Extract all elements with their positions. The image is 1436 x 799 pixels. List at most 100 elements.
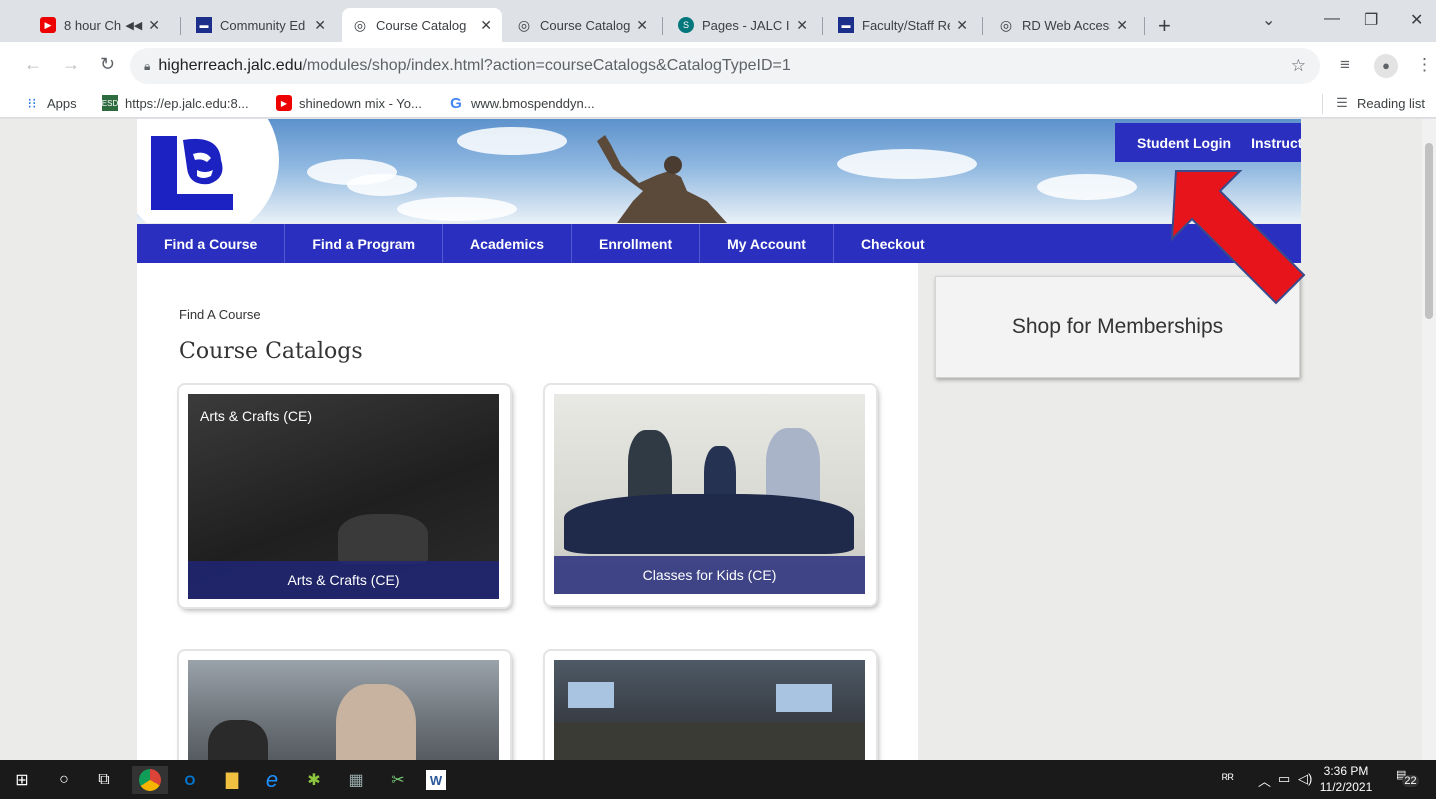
- bookmark-apps[interactable]: ⁝⁝ Apps: [24, 95, 77, 111]
- tab-title: Course Catalog: [540, 17, 631, 33]
- tab-course-catalog[interactable]: ◎ Course Catalog ✕: [506, 8, 658, 42]
- reload-icon[interactable]: ↻: [100, 54, 115, 75]
- breadcrumb[interactable]: Find A Course: [179, 307, 261, 322]
- bookmark-bmo[interactable]: G www.bmospenddyn...: [448, 95, 594, 112]
- file-explorer-icon[interactable]: ▇: [218, 766, 246, 794]
- nav-find-a-program[interactable]: Find a Program: [285, 224, 444, 263]
- back-arrow-icon[interactable]: ←: [24, 54, 42, 75]
- tray-chevron-icon[interactable]: ︿: [1258, 771, 1271, 790]
- mute-icon[interactable]: ◀◀: [125, 19, 142, 32]
- people-icon[interactable]: ᴿᴿ: [1222, 771, 1234, 786]
- catalog-card-classes-for-kids[interactable]: Classes for Kids (CE): [545, 385, 876, 605]
- tab-community-ed[interactable]: ▬ Community Ed ✕: [186, 8, 336, 42]
- student-login-link[interactable]: Student Login: [1137, 135, 1231, 151]
- nav-my-account[interactable]: My Account: [700, 224, 834, 263]
- system-clock[interactable]: 3:36 PM 11/2/2021: [1318, 763, 1374, 795]
- windows-start-icon[interactable]: ⊞: [8, 766, 36, 794]
- bookmark-ep-jalc[interactable]: ESD https://ep.jalc.edu:8...: [102, 95, 249, 111]
- close-icon[interactable]: ✕: [314, 17, 326, 34]
- close-icon[interactable]: ✕: [796, 17, 808, 34]
- image-figure: [336, 684, 416, 760]
- close-icon[interactable]: ✕: [956, 17, 968, 34]
- lock-icon[interactable]: 🔒︎: [144, 59, 150, 74]
- tab-course-catalog-active[interactable]: ◎ Course Catalog ✕: [342, 8, 502, 42]
- forward-arrow-icon[interactable]: →: [62, 54, 80, 75]
- calculator-icon[interactable]: ▦: [342, 766, 370, 794]
- reading-list-button[interactable]: ☰ Reading list: [1334, 95, 1425, 111]
- bookmark-divider: [1322, 94, 1323, 114]
- new-tab-plus-icon[interactable]: +: [1158, 13, 1171, 39]
- snipping-tool-icon[interactable]: ✂: [384, 766, 412, 794]
- page-viewport: Student Login Instructor Login 🛒︎ Find a…: [0, 119, 1436, 760]
- close-icon[interactable]: ✕: [1116, 17, 1128, 34]
- menu-kebab-icon[interactable]: ⋮: [1416, 55, 1433, 75]
- restore-icon[interactable]: ❐: [1364, 10, 1378, 30]
- esd-icon: ESD: [102, 95, 118, 111]
- close-icon[interactable]: ✕: [480, 17, 492, 34]
- tab-divider: [822, 17, 823, 35]
- media-queue-icon[interactable]: ≡: [1340, 55, 1350, 75]
- tab-title: Pages - JALC In: [702, 17, 791, 33]
- youtube-icon: ▶: [40, 17, 56, 33]
- close-icon[interactable]: ✕: [148, 17, 160, 34]
- catalog-card-computer-lab[interactable]: [179, 651, 510, 760]
- image-screen: [568, 682, 614, 708]
- tab-youtube[interactable]: ▶ 8 hour Cha ◀◀ ✕: [30, 8, 170, 42]
- cloud-graphic: [457, 127, 567, 155]
- window-close-icon[interactable]: ✕: [1410, 10, 1423, 30]
- tab-pages-jalc[interactable]: S Pages - JALC In ✕: [668, 8, 818, 42]
- instructor-login-link[interactable]: Instructor Login: [1251, 135, 1301, 151]
- tab-faculty-staff[interactable]: ▬ Faculty/Staff Re ✕: [828, 8, 978, 42]
- outlook-icon[interactable]: O: [176, 766, 204, 794]
- browser-tab-strip: ▶ 8 hour Cha ◀◀ ✕ ▬ Community Ed ✕ ◎ Cou…: [0, 0, 1436, 42]
- windows-taskbar: ⊞ ○ ⧉ O ▇ e ✱ ▦ ✂ W ᴿᴿ ︿ ▭ ◁) 3:36 PM 11…: [0, 760, 1436, 799]
- computer-lab-image: [188, 660, 499, 760]
- reading-list-label: Reading list: [1357, 95, 1425, 111]
- notification-center-icon[interactable]: ▤22: [1396, 768, 1423, 787]
- task-view-icon[interactable]: ⧉: [90, 766, 118, 794]
- statue-graphic: [597, 135, 727, 223]
- scrollbar-thumb[interactable]: [1425, 143, 1433, 319]
- bookmark-label: Apps: [47, 95, 77, 111]
- catalog-card-lecture-hall[interactable]: [545, 651, 876, 760]
- address-bar[interactable]: 🔒︎ higherreach.jalc.edu/modules/shop/ind…: [130, 48, 1320, 84]
- image-figure: [208, 720, 268, 760]
- tab-rd-web-access[interactable]: ◎ RD Web Access ✕: [988, 8, 1138, 42]
- nav-checkout[interactable]: Checkout: [834, 224, 952, 263]
- cloud-graphic: [837, 149, 977, 179]
- classes-for-kids-image: Classes for Kids (CE): [554, 394, 865, 594]
- bookmark-shinedown[interactable]: ▶ shinedown mix - Yo...: [276, 95, 422, 111]
- nav-enrollment[interactable]: Enrollment: [572, 224, 701, 263]
- star-bookmark-icon[interactable]: ☆: [1291, 56, 1306, 76]
- login-bar: Student Login Instructor Login 🛒︎: [1115, 123, 1301, 162]
- tab-divider: [662, 17, 663, 35]
- tab-search-chevron-icon[interactable]: ⌄: [1262, 10, 1275, 30]
- globe-icon: ◎: [353, 16, 367, 33]
- reading-list-icon: ☰: [1336, 95, 1348, 110]
- app-icon[interactable]: ✱: [300, 766, 328, 794]
- site-banner: Student Login Instructor Login 🛒︎: [137, 119, 1301, 223]
- internet-explorer-icon[interactable]: e: [258, 766, 286, 794]
- sharepoint-icon: S: [678, 17, 694, 33]
- jalc-icon: ▬: [196, 17, 212, 33]
- nav-find-a-course[interactable]: Find a Course: [137, 224, 286, 263]
- clock-date: 11/2/2021: [1319, 780, 1373, 794]
- nav-academics[interactable]: Academics: [443, 224, 572, 263]
- profile-avatar-icon[interactable]: ●: [1374, 54, 1398, 78]
- volume-icon[interactable]: ◁): [1298, 771, 1312, 787]
- word-icon[interactable]: W: [426, 770, 446, 790]
- bookmark-label: https://ep.jalc.edu:8...: [125, 95, 249, 111]
- globe-icon: ◎: [999, 16, 1013, 33]
- chrome-taskbar-icon[interactable]: [132, 766, 168, 794]
- notification-count: 22: [1402, 775, 1419, 787]
- image-screen: [776, 684, 832, 712]
- minimize-icon[interactable]: —: [1324, 10, 1340, 28]
- search-icon[interactable]: ○: [50, 766, 78, 794]
- catalog-card-arts-crafts[interactable]: Arts & Crafts (CE) Arts & Crafts (CE): [179, 385, 510, 607]
- tab-title: Faculty/Staff Re: [862, 17, 951, 33]
- page-scrollbar[interactable]: [1422, 119, 1436, 760]
- close-icon[interactable]: ✕: [636, 17, 648, 34]
- image-crowd: [554, 722, 865, 760]
- network-icon[interactable]: ▭: [1278, 771, 1290, 787]
- main-nav: Find a Course Find a Program Academics E…: [137, 224, 1301, 263]
